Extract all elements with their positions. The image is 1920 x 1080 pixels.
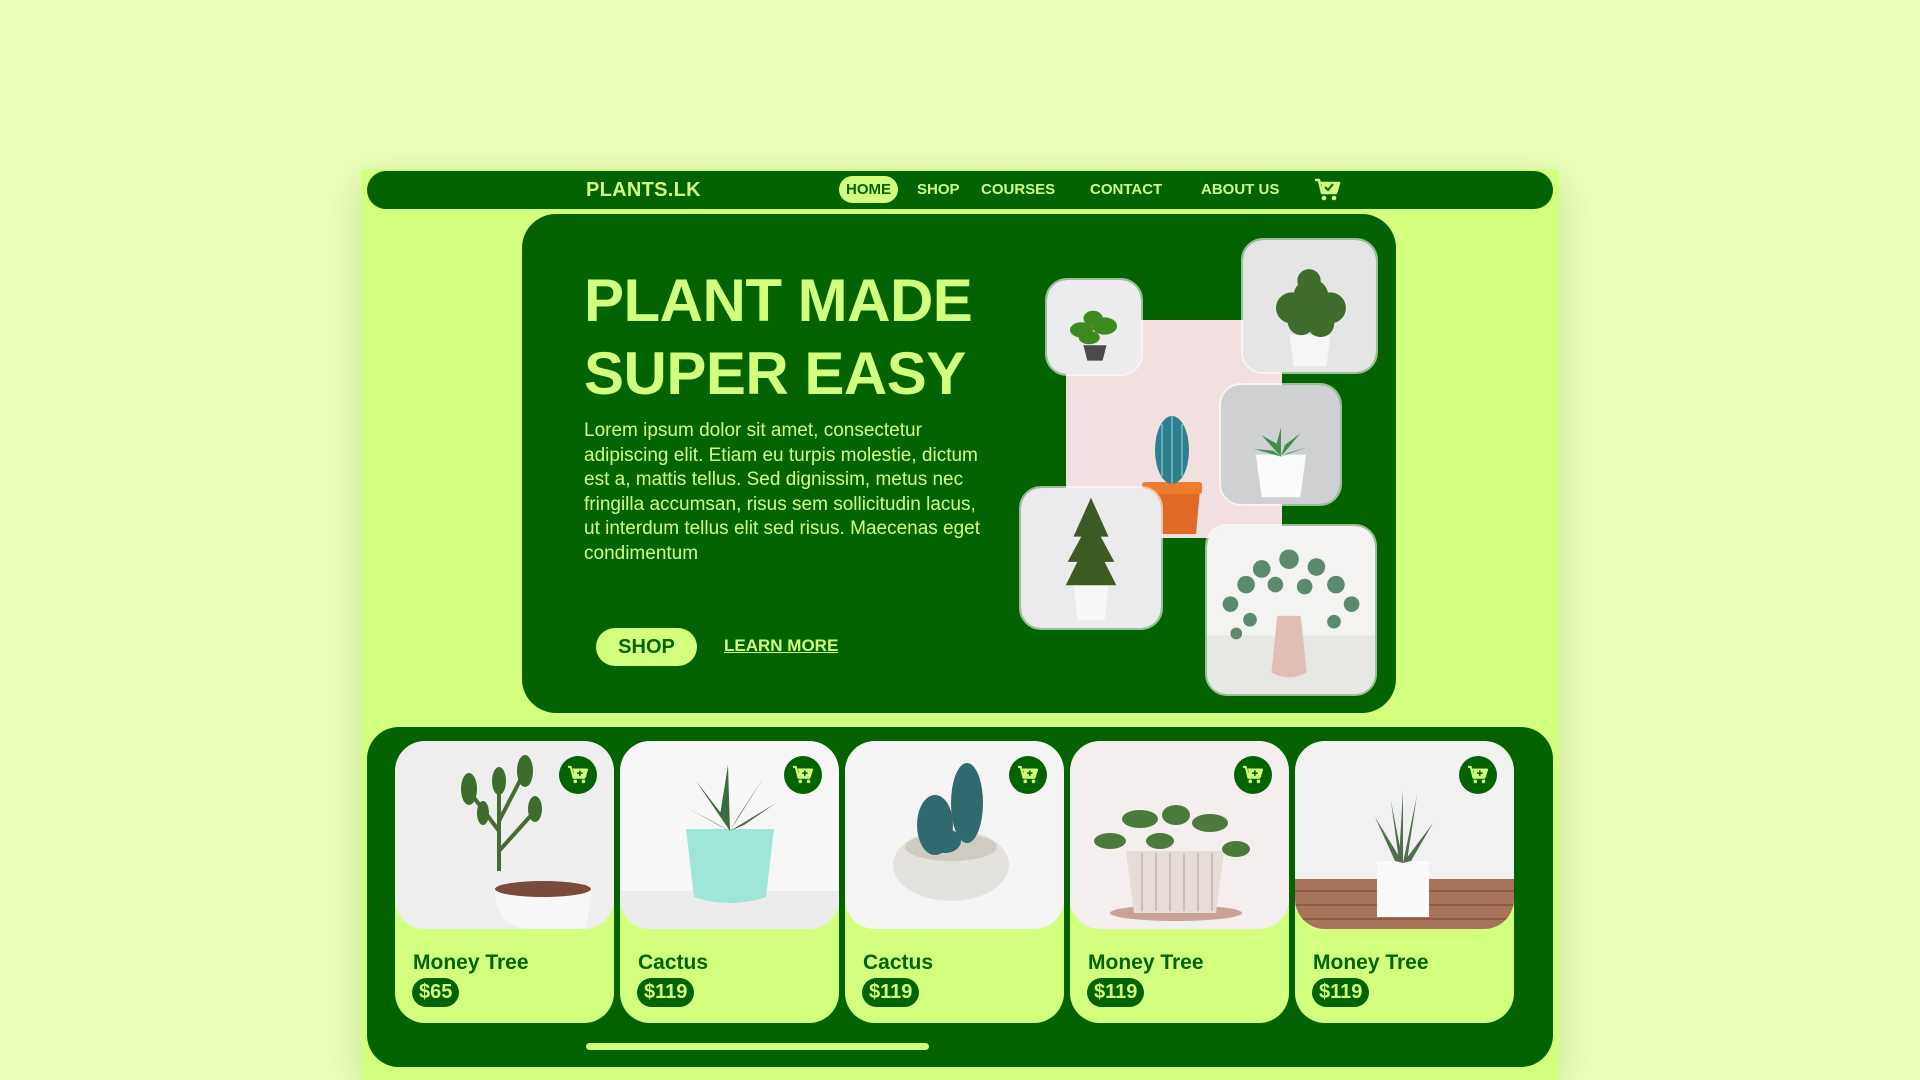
add-to-cart-button[interactable] [1009, 756, 1047, 794]
add-to-cart-button[interactable] [784, 756, 822, 794]
hero-title-line-2: SUPER EASY [584, 340, 966, 407]
nav-contact[interactable]: CONTACT [1090, 181, 1162, 198]
hero-banner: PLANT MADE SUPER EASY Lorem ipsum dolor … [522, 214, 1396, 713]
add-to-cart-button[interactable] [1234, 756, 1272, 794]
add-to-cart-button[interactable] [1459, 756, 1497, 794]
bonsai-plant-image [1241, 238, 1378, 374]
conifer-plant-image [1019, 486, 1163, 630]
nav-home[interactable]: HOME [839, 176, 898, 203]
product-carousel: Money Tree $65 Cactus $119 Cactus $119 M… [367, 727, 1553, 1067]
product-price: $119 [1087, 978, 1145, 1007]
product-name: Money Tree [1313, 951, 1429, 974]
product-card[interactable]: Cactus $119 [845, 741, 1064, 1023]
nav-shop[interactable]: SHOP [917, 181, 960, 198]
product-name: Money Tree [413, 951, 529, 974]
carousel-scrollbar[interactable] [586, 1043, 929, 1050]
cart-icon [1243, 765, 1264, 784]
cart-icon[interactable] [1314, 177, 1342, 203]
nav-courses[interactable]: COURSES [981, 181, 1055, 198]
product-card[interactable]: Money Tree $119 [1070, 741, 1289, 1023]
product-price: $65 [412, 978, 460, 1007]
product-name: Money Tree [1088, 951, 1204, 974]
top-nav: PLANTS.LK HOME SHOP COURSES CONTACT ABOU… [367, 171, 1553, 209]
cart-icon [793, 765, 814, 784]
learn-more-link[interactable]: LEARN MORE [724, 636, 838, 656]
hero-description: Lorem ipsum dolor sit amet, consectetur … [584, 420, 981, 564]
hero-title: PLANT MADE SUPER EASY [584, 264, 1024, 410]
browser-frame: PLANTS.LK HOME SHOP COURSES CONTACT ABOU… [361, 169, 1559, 1080]
product-price: $119 [1312, 978, 1370, 1007]
hero-title-line-1: PLANT MADE [584, 267, 973, 334]
cart-icon [568, 765, 589, 784]
product-price: $119 [862, 978, 920, 1007]
succulent-plant-image [1219, 383, 1342, 506]
product-card[interactable]: Money Tree $65 [395, 741, 614, 1023]
shop-button[interactable]: SHOP [596, 628, 697, 666]
product-name: Cactus [863, 951, 934, 974]
product-card[interactable]: Cactus $119 [620, 741, 839, 1023]
brand-logo[interactable]: PLANTS.LK [586, 179, 701, 202]
cart-icon [1468, 765, 1489, 784]
nav-about-us[interactable]: ABOUT US [1201, 181, 1279, 198]
cart-icon [1018, 765, 1039, 784]
pilea-plant-image [1045, 278, 1143, 376]
eucalyptus-plant-image [1205, 524, 1377, 696]
product-name: Cactus [638, 951, 709, 974]
product-card[interactable]: Money Tree $119 [1295, 741, 1514, 1023]
add-to-cart-button[interactable] [559, 756, 597, 794]
product-price: $119 [637, 978, 695, 1007]
